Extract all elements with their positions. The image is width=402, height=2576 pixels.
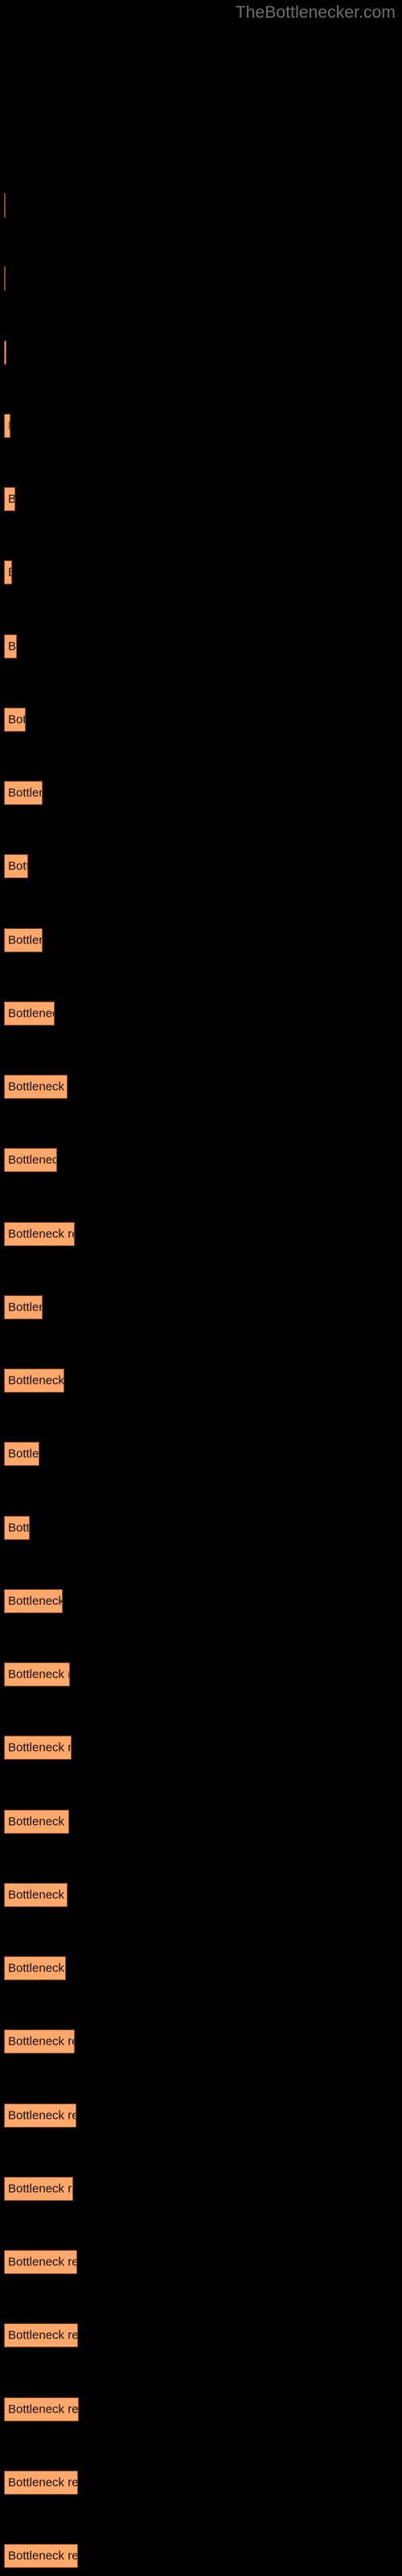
chart-bar[interactable]: Bottleneck result	[4, 2103, 76, 2128]
bar-row: Bottleneck result	[0, 1956, 402, 1980]
bar-label: Bottleneck result	[8, 1006, 54, 1021]
chart-bar[interactable]: Bottleneck result	[4, 2250, 77, 2274]
chart-bar[interactable]: Bottleneck result	[4, 1442, 39, 1467]
bar-label: Bottleneck result	[8, 1080, 67, 1094]
bar-row: Bottleneck result	[0, 2470, 402, 2495]
chart-bar[interactable]: Bottleneck result	[4, 1662, 70, 1686]
bar-label: Bottleneck result	[8, 2549, 78, 2563]
bar-label: Bottleneck result	[8, 2255, 76, 2269]
chart-bar[interactable]: Bottleneck result	[4, 2544, 78, 2568]
bar-label: Bottleneck result	[8, 1227, 74, 1241]
bar-label: Bottleneck result	[8, 1373, 64, 1388]
chart-bar[interactable]: Bottleneck result	[4, 1001, 55, 1026]
bar-row: Bottleneck result	[0, 1809, 402, 1834]
bar-label: Bottleneck result	[8, 2328, 78, 2343]
bar-label: Bottleneck result	[8, 567, 11, 579]
bar-label: Bottleneck result	[8, 1740, 72, 1755]
bar-row: Bottleneck result	[0, 781, 402, 805]
bar-row: Bottleneck result	[0, 487, 402, 511]
bar-label: Bottleneck result	[8, 2182, 72, 2196]
bar-row: Bottleneck result	[0, 2250, 402, 2274]
bar-label: Bottleneck result	[8, 2475, 78, 2490]
chart-bar[interactable]: Bottleneck result	[4, 1368, 64, 1393]
chart-bar[interactable]: Bottleneck result	[4, 1294, 43, 1319]
bottleneck-bar-chart: Bottleneck result Bottleneck result Bottle…	[0, 0, 402, 2576]
chart-bar[interactable]: Bottleneck result	[4, 2396, 79, 2421]
chart-bar[interactable]: Bottleneck result	[4, 487, 15, 511]
bar-row: Bottleneck result	[0, 2029, 402, 2054]
bar-label: Bottleneck result	[8, 1300, 42, 1315]
chart-bar[interactable]: Bottleneck result	[4, 1515, 30, 1540]
bar-row: Bottleneck result	[0, 1075, 402, 1099]
chart-bar[interactable]: Bottleneck result	[4, 193, 6, 217]
bar-label: Bottleneck result	[8, 1153, 56, 1167]
bar-row: Bottleneck result	[0, 1221, 402, 1246]
chart-bar[interactable]: Bottleneck result	[4, 634, 17, 658]
bar-label: Bottleneck result	[8, 2402, 79, 2416]
bar-row: Bottleneck result	[0, 2396, 402, 2421]
chart-bar[interactable]: Bottleneck result	[4, 340, 6, 365]
bar-row: Bottleneck result	[0, 2544, 402, 2568]
chart-bar[interactable]: Bottleneck result	[4, 1588, 63, 1613]
bar-label: Bottleneck result	[8, 786, 42, 800]
bar-label: Bottleneck result	[8, 419, 10, 431]
bar-label: Bottleneck result	[8, 859, 27, 873]
bar-row: Bottleneck result	[0, 1882, 402, 1907]
chart-bar[interactable]: Bottleneck result	[4, 707, 26, 732]
bar-row: Bottleneck result	[0, 413, 402, 438]
bar-row: Bottleneck result	[0, 854, 402, 879]
bar-label: Bottleneck result	[8, 493, 14, 506]
bar-row: Bottleneck result	[0, 1736, 402, 1761]
chart-bar[interactable]: Bottleneck result	[4, 1075, 68, 1099]
bar-label: Bottleneck result	[8, 712, 25, 727]
bar-label: Bottleneck result	[8, 1447, 39, 1461]
chart-bar[interactable]: Bottleneck result	[4, 1736, 72, 1761]
chart-bar[interactable]: Bottleneck result	[4, 781, 43, 805]
bar-row: Bottleneck result	[0, 1148, 402, 1173]
chart-bar[interactable]: Bottleneck result	[4, 1148, 57, 1173]
bar-row: Bottleneck result	[0, 2176, 402, 2201]
bar-label: Bottleneck result	[8, 1594, 63, 1608]
bar-label: Bottleneck result	[8, 1961, 65, 1975]
bar-label: Bottleneck result	[8, 2034, 74, 2049]
bar-row: Bottleneck result	[0, 1662, 402, 1686]
bar-row: Bottleneck result	[0, 193, 402, 217]
chart-bar[interactable]: Bottleneck result	[4, 560, 12, 585]
bar-label: Bottleneck result	[8, 1521, 30, 1534]
bar-row: Bottleneck result	[0, 340, 402, 365]
bar-row: Bottleneck result	[0, 1515, 402, 1540]
bar-row: Bottleneck result	[0, 1294, 402, 1319]
bar-label: Bottleneck result	[8, 1814, 68, 1828]
chart-bar[interactable]: Bottleneck result	[4, 2323, 78, 2348]
bar-row: Bottleneck result	[0, 1368, 402, 1393]
bar-label: Bottleneck result	[8, 2108, 76, 2122]
chart-bar[interactable]: Bottleneck result	[4, 413, 10, 438]
bar-row: Bottleneck result	[0, 634, 402, 658]
chart-bar[interactable]: Bottleneck result	[4, 927, 43, 952]
chart-bar[interactable]: Bottleneck result	[4, 2029, 75, 2054]
bar-row: Bottleneck result	[0, 707, 402, 732]
bar-row: Bottleneck result	[0, 266, 402, 291]
chart-bar[interactable]: Bottleneck result	[4, 266, 6, 291]
bar-label: Bottleneck result	[8, 1667, 69, 1682]
bar-row: Bottleneck result	[0, 560, 402, 585]
bar-row: Bottleneck result	[0, 1001, 402, 1026]
bar-label: Bottleneck result	[8, 1888, 67, 1902]
chart-bar[interactable]: Bottleneck result	[4, 1809, 69, 1834]
bar-label: Bottleneck result	[8, 933, 42, 947]
chart-bar[interactable]: Bottleneck result	[4, 854, 28, 879]
bar-label: Bottleneck result	[8, 639, 17, 653]
chart-bar[interactable]: Bottleneck result	[4, 2470, 78, 2495]
bar-row: Bottleneck result	[0, 927, 402, 952]
bar-row: Bottleneck result	[0, 2323, 402, 2348]
chart-bar[interactable]: Bottleneck result	[4, 1956, 66, 1980]
chart-bar[interactable]: Bottleneck result	[4, 1882, 68, 1907]
bar-row: Bottleneck result	[0, 1442, 402, 1467]
bar-row: Bottleneck result	[0, 2103, 402, 2128]
bar-row: Bottleneck result	[0, 1588, 402, 1613]
chart-bar[interactable]: Bottleneck result	[4, 2176, 73, 2201]
chart-bar[interactable]: Bottleneck result	[4, 1221, 75, 1246]
